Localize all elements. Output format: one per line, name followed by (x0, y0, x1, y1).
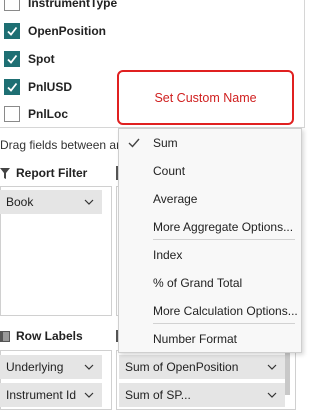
field-row-pnlusd[interactable]: PnlUSD (4, 77, 72, 97)
filter-field-label: Book (6, 195, 34, 209)
row-labels-header: Row Labels (0, 329, 83, 343)
field-label: InstrumentType (28, 0, 118, 10)
menu-item-more-calculation[interactable]: More Calculation Options... (119, 297, 301, 325)
row-field-label: Underlying (6, 360, 64, 374)
field-row-spot[interactable]: Spot (4, 49, 55, 69)
filter-field-book[interactable]: Book (0, 190, 102, 214)
menu-item-count[interactable]: Count (119, 157, 301, 185)
menu-item-percent-grand-total[interactable]: % of Grand Total (119, 269, 301, 297)
chevron-down-icon (267, 392, 277, 398)
report-filter-title: Report Filter (16, 166, 88, 180)
chevron-down-icon (84, 392, 94, 398)
row-labels-title: Row Labels (16, 329, 83, 343)
set-custom-name-label: Set Custom Name (154, 90, 257, 105)
field-row-openposition[interactable]: OpenPosition (4, 21, 106, 41)
chevron-down-icon (267, 364, 277, 370)
menu-item-label: More Aggregate Options... (153, 220, 294, 234)
field-label: Spot (28, 52, 55, 66)
menu-item-label: Sum (153, 136, 178, 150)
check-icon (128, 138, 140, 148)
menu-item-more-aggregate[interactable]: More Aggregate Options... (119, 213, 301, 241)
menu-item-label: Average (153, 192, 198, 206)
checkmark-icon (7, 26, 18, 36)
menu-item-label: Index (153, 248, 183, 262)
field-label: PnlUSD (28, 80, 73, 94)
field-label: OpenPosition (28, 24, 106, 38)
menu-item-average[interactable]: Average (119, 185, 301, 213)
checkbox-spot[interactable] (4, 51, 20, 67)
menu-item-sum[interactable]: Sum (119, 129, 301, 157)
field-row-instrumenttype[interactable]: InstrumentType (4, 0, 117, 13)
menu-item-label: % of Grand Total (153, 276, 243, 290)
set-custom-name-box[interactable]: Set Custom Name (117, 70, 294, 125)
checkbox-pnlusd[interactable] (4, 79, 20, 95)
chevron-down-icon (84, 199, 94, 205)
checkbox-pnlloc[interactable] (4, 106, 20, 122)
menu-item-label: Count (153, 164, 186, 178)
values-scrollbar[interactable] (285, 352, 290, 395)
report-filter-header: Report Filter (0, 166, 87, 180)
checkmark-icon (7, 82, 18, 92)
row-field-instrument[interactable]: Instrument Id (0, 383, 102, 407)
checkmark-icon (7, 54, 18, 64)
rows-icon (0, 330, 10, 342)
row-field-label: Instrument Id (6, 388, 77, 402)
checkbox-instrumenttype[interactable] (4, 0, 20, 11)
value-field-label: Sum of OpenPosition (125, 360, 239, 374)
chevron-down-icon (84, 364, 94, 370)
value-field-sum-spot[interactable]: Sum of SP... (119, 383, 285, 407)
menu-item-label: Number Format (153, 332, 238, 346)
menu-separator (153, 239, 295, 240)
menu-item-label: More Calculation Options... (153, 304, 298, 318)
menu-separator (153, 323, 295, 324)
field-row-pnlloc[interactable]: PnlLoc (4, 104, 68, 124)
checkbox-openposition[interactable] (4, 23, 20, 39)
menu-item-index[interactable]: Index (119, 241, 301, 269)
drag-hint-text: Drag fields between are (0, 138, 127, 152)
field-label: PnlLoc (28, 107, 69, 121)
row-field-underlying[interactable]: Underlying (0, 355, 102, 379)
aggregate-context-menu: Sum Count Average More Aggregate Options… (118, 128, 302, 353)
filter-icon (0, 167, 10, 179)
value-field-sum-openposition[interactable]: Sum of OpenPosition (119, 355, 285, 379)
value-field-label: Sum of SP... (125, 388, 191, 402)
menu-item-number-format[interactable]: Number Format (119, 325, 301, 353)
